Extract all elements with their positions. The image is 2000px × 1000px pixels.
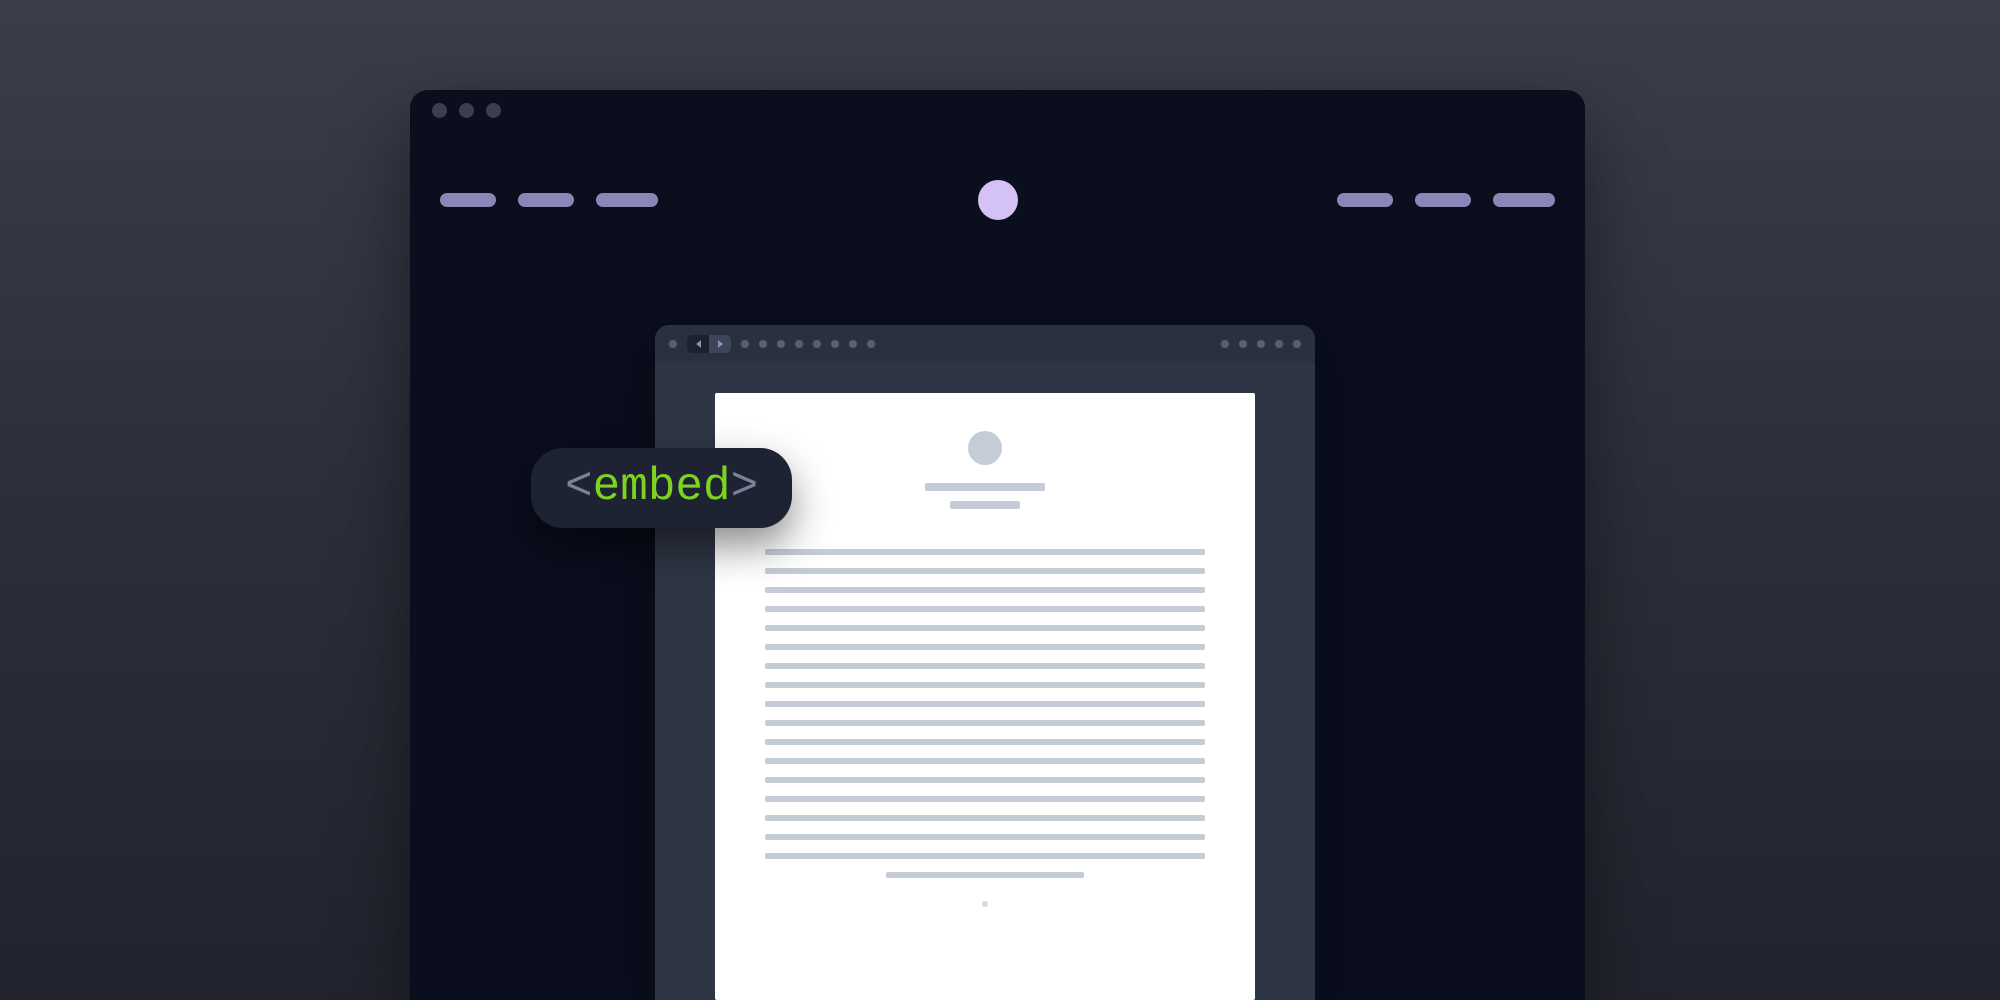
code-open-bracket: < (565, 461, 593, 513)
text-line-placeholder (765, 682, 1205, 688)
nav-link-placeholder[interactable] (1415, 193, 1471, 207)
nav-link-placeholder[interactable] (1337, 193, 1393, 207)
text-line-placeholder (765, 701, 1205, 707)
text-line-placeholder (765, 549, 1205, 555)
embedded-browser-window (655, 325, 1315, 1000)
text-line-placeholder (765, 834, 1205, 840)
text-line-placeholder (765, 720, 1205, 726)
nav-link-placeholder[interactable] (440, 193, 496, 207)
window-close-icon[interactable] (432, 103, 447, 118)
toolbar-dot-icon (741, 340, 749, 348)
nav-link-placeholder[interactable] (1493, 193, 1555, 207)
text-line-placeholder (765, 587, 1205, 593)
chevron-right-icon (718, 340, 723, 348)
document-footer-dot-icon (982, 901, 988, 907)
outer-browser-window (410, 90, 1585, 1000)
embedded-document (715, 393, 1255, 1000)
toolbar-dot-icon (777, 340, 785, 348)
text-line-placeholder (765, 568, 1205, 574)
toolbar-dot-icon (849, 340, 857, 348)
nav-left-group (440, 193, 658, 207)
forward-button[interactable] (709, 335, 731, 353)
toolbar-dot-icon (1293, 340, 1301, 348)
text-line-placeholder (765, 758, 1205, 764)
document-subtitle-placeholder (950, 501, 1020, 509)
document-title-placeholder (925, 483, 1045, 491)
text-line-placeholder (765, 644, 1205, 650)
text-line-placeholder (765, 853, 1205, 859)
embed-tag-label: <embed> (531, 448, 792, 528)
nav-back-forward (687, 335, 731, 353)
code-tag-name: embed (593, 461, 731, 513)
toolbar-dot-icon (1275, 340, 1283, 348)
toolbar-dot-icon (1221, 340, 1229, 348)
toolbar-dot-icon (795, 340, 803, 348)
text-line-placeholder (765, 625, 1205, 631)
text-line-placeholder (765, 739, 1205, 745)
text-line-placeholder (765, 796, 1205, 802)
toolbar-dot-icon (669, 340, 677, 348)
toolbar-dot-icon (759, 340, 767, 348)
chevron-left-icon (696, 340, 701, 348)
text-line-placeholder (886, 872, 1084, 878)
outer-titlebar (410, 90, 1585, 130)
text-line-placeholder (765, 815, 1205, 821)
back-button[interactable] (687, 335, 709, 353)
code-close-bracket: > (731, 461, 759, 513)
toolbar-dot-icon (831, 340, 839, 348)
toolbar-dot-icon (1257, 340, 1265, 348)
nav-link-placeholder[interactable] (596, 193, 658, 207)
nav-link-placeholder[interactable] (518, 193, 574, 207)
text-line-placeholder (765, 777, 1205, 783)
document-body (765, 549, 1205, 891)
outer-nav-bar (410, 130, 1585, 220)
nav-right-group (1337, 193, 1555, 207)
document-avatar-icon (968, 431, 1002, 465)
toolbar-dot-icon (1239, 340, 1247, 348)
window-maximize-icon[interactable] (486, 103, 501, 118)
embedded-toolbar (655, 325, 1315, 363)
logo-icon (978, 180, 1018, 220)
window-minimize-icon[interactable] (459, 103, 474, 118)
text-line-placeholder (765, 663, 1205, 669)
toolbar-dot-icon (867, 340, 875, 348)
text-line-placeholder (765, 606, 1205, 612)
toolbar-dot-icon (813, 340, 821, 348)
